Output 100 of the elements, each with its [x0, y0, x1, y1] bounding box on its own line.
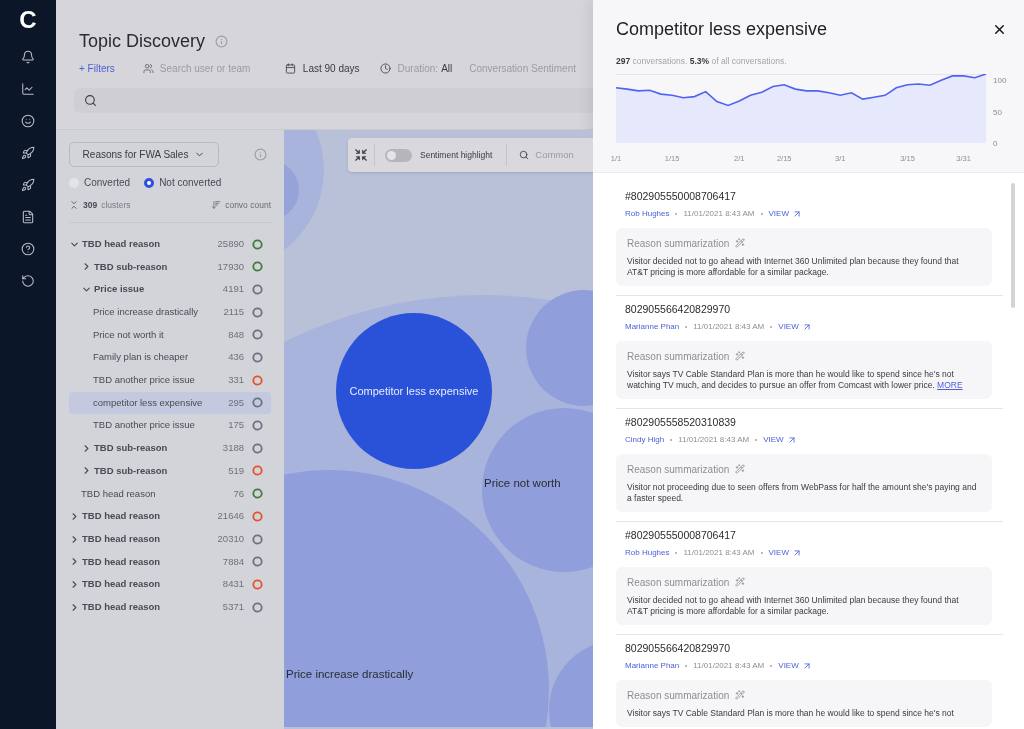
- view-link[interactable]: VIEW: [778, 320, 812, 333]
- conversation-id: #802905558520310839: [624, 415, 737, 430]
- agent-link[interactable]: Marianne Phan: [625, 320, 680, 333]
- radio-option[interactable]: Not converted: [144, 175, 222, 190]
- rocket-icon[interactable]: [21, 146, 35, 160]
- tree-item[interactable]: Price increase drastically 2115: [69, 300, 271, 324]
- duration-filter-label: Duration:: [397, 61, 439, 76]
- collapse-icon[interactable]: [354, 148, 368, 162]
- tree-item[interactable]: TBD sub-reason 17930: [69, 255, 271, 279]
- cluster-dropdown[interactable]: Reasons for FWA Sales: [69, 142, 219, 167]
- close-icon[interactable]: [992, 22, 1007, 37]
- more-link[interactable]: MORE: [937, 379, 963, 390]
- arrow-up-right-icon: [801, 321, 812, 332]
- tree-item[interactable]: TBD head reason 5371: [69, 595, 271, 619]
- tree-item-label: TBD head reason: [82, 554, 161, 569]
- conversation-time: 11/01/2021 8:43 AM: [693, 320, 765, 333]
- sort-label[interactable]: convo count: [225, 199, 271, 212]
- view-link[interactable]: VIEW: [768, 207, 802, 220]
- magic-wand-icon: [735, 464, 746, 475]
- tree-item-count: 3188: [222, 441, 244, 456]
- summary-heading: Reason summarization: [627, 688, 730, 703]
- magic-wand-icon: [735, 351, 746, 362]
- conversation-id: 802905566420829970: [624, 641, 732, 656]
- magic-wand-icon: [735, 238, 746, 249]
- common-search-field[interactable]: Common: [535, 147, 593, 163]
- tree-item-count: 7884: [222, 554, 244, 569]
- radio-option[interactable]: Converted: [69, 175, 131, 190]
- tree-item-count: 21646: [217, 509, 244, 524]
- tree-item-count: 175: [228, 418, 244, 433]
- summary-heading: Reason summarization: [627, 236, 730, 251]
- tree-item-label: TBD sub-reason: [94, 463, 168, 478]
- bubble-label: Price not worth: [484, 477, 561, 489]
- tree-item-label: TBD head reason: [82, 531, 161, 546]
- view-link[interactable]: VIEW: [763, 433, 797, 446]
- arrow-up-right-icon: [786, 434, 797, 445]
- tree-item[interactable]: competitor less expensive 295: [69, 391, 271, 415]
- radio-button[interactable]: [144, 177, 155, 188]
- tree-item[interactable]: Family plan is cheaper 436: [69, 346, 271, 369]
- tree-item-count: 25890: [217, 236, 244, 251]
- refresh-icon[interactable]: [21, 274, 35, 288]
- tree-item[interactable]: TBD another price issue 175: [69, 414, 271, 437]
- tree-item[interactable]: Price issue 4191: [69, 278, 271, 301]
- tree-item-label: TBD sub-reason: [94, 259, 168, 274]
- tree-item-count: 8431: [222, 577, 244, 592]
- document-icon[interactable]: [21, 210, 35, 224]
- view-link[interactable]: VIEW: [778, 659, 812, 672]
- summary-heading: Reason summarization: [627, 349, 730, 364]
- tree-item-label: TBD sub-reason: [94, 441, 168, 456]
- search-icon: [519, 150, 530, 160]
- agent-link[interactable]: Rob Hughes: [625, 207, 670, 220]
- tree-item[interactable]: TBD head reason 76: [69, 482, 271, 505]
- arrow-up-right-icon: [791, 208, 802, 219]
- summary-text: Visitor decided not to go ahead with Internet 360 Unlimited plan because they found that AT&T pricing is more affordable for a similar package.: [627, 594, 960, 617]
- magic-wand-icon: [735, 690, 746, 701]
- add-filter-link[interactable]: + Filters: [79, 60, 115, 76]
- scrollbar-thumb[interactable]: [1011, 183, 1015, 308]
- summary-heading: Reason summarization: [627, 575, 730, 590]
- tree-item-label: Family plan is cheaper: [93, 350, 189, 365]
- duration-filter-value[interactable]: All: [441, 60, 453, 76]
- search-icon: [84, 94, 97, 107]
- tree-item-count: 17930: [217, 259, 244, 274]
- agent-link[interactable]: Rob Hughes: [625, 546, 670, 559]
- tree-item[interactable]: TBD another price issue 331: [69, 368, 271, 392]
- sentiment-toggle[interactable]: [385, 148, 412, 162]
- tree-item[interactable]: TBD head reason 21646: [69, 505, 271, 528]
- tree-item-count: 331: [228, 373, 244, 388]
- tree-item-label: TBD head reason: [82, 599, 161, 614]
- line-chart-icon[interactable]: [21, 82, 35, 96]
- tree-item-label: Price increase drastically: [93, 305, 199, 320]
- tree-item[interactable]: TBD head reason 25890: [69, 232, 271, 256]
- tree-item[interactable]: TBD head reason 8431: [69, 573, 271, 596]
- bell-icon[interactable]: [21, 50, 35, 64]
- conversation-time: 11/01/2021 8:43 AM: [693, 659, 765, 672]
- tree-item-count: 76: [233, 486, 244, 501]
- rocket-icon[interactable]: [21, 178, 35, 192]
- view-link[interactable]: VIEW: [768, 546, 802, 559]
- tree-item-label: Price issue: [94, 282, 145, 297]
- users-icon: [142, 62, 154, 74]
- date-range-filter[interactable]: Last 90 days: [302, 60, 360, 76]
- agent-link[interactable]: Cindy High: [625, 433, 665, 446]
- conversation-time: 11/01/2021 8:43 AM: [678, 433, 750, 446]
- tree-item[interactable]: TBD sub-reason 3188: [69, 436, 271, 460]
- y-tick-label: 100: [993, 76, 1007, 85]
- tree-item-count: 2115: [223, 305, 244, 320]
- app-logo[interactable]: C: [19, 8, 37, 32]
- agent-link[interactable]: Marianne Phan: [625, 659, 680, 672]
- cluster-bubble[interactable]: [336, 313, 492, 469]
- conversation-id: 802905566420829970: [624, 302, 732, 317]
- tree-item-count: 5371: [222, 599, 244, 614]
- tree-item[interactable]: TBD head reason 20310: [69, 527, 271, 551]
- tree-item[interactable]: TBD head reason 7884: [69, 550, 271, 574]
- smiley-icon[interactable]: [21, 114, 35, 128]
- tree-item-label: TBD head reason: [81, 486, 156, 501]
- detail-title: Competitor less expensive: [616, 18, 828, 41]
- cluster-count: 309: [83, 199, 98, 212]
- tree-item[interactable]: Price not worth it 848: [69, 323, 271, 347]
- tree-item[interactable]: TBD sub-reason 519: [69, 459, 271, 483]
- help-icon[interactable]: [21, 242, 35, 256]
- bubble-label: Price increase drastically: [286, 668, 414, 680]
- tree-item-count: 436: [228, 350, 244, 365]
